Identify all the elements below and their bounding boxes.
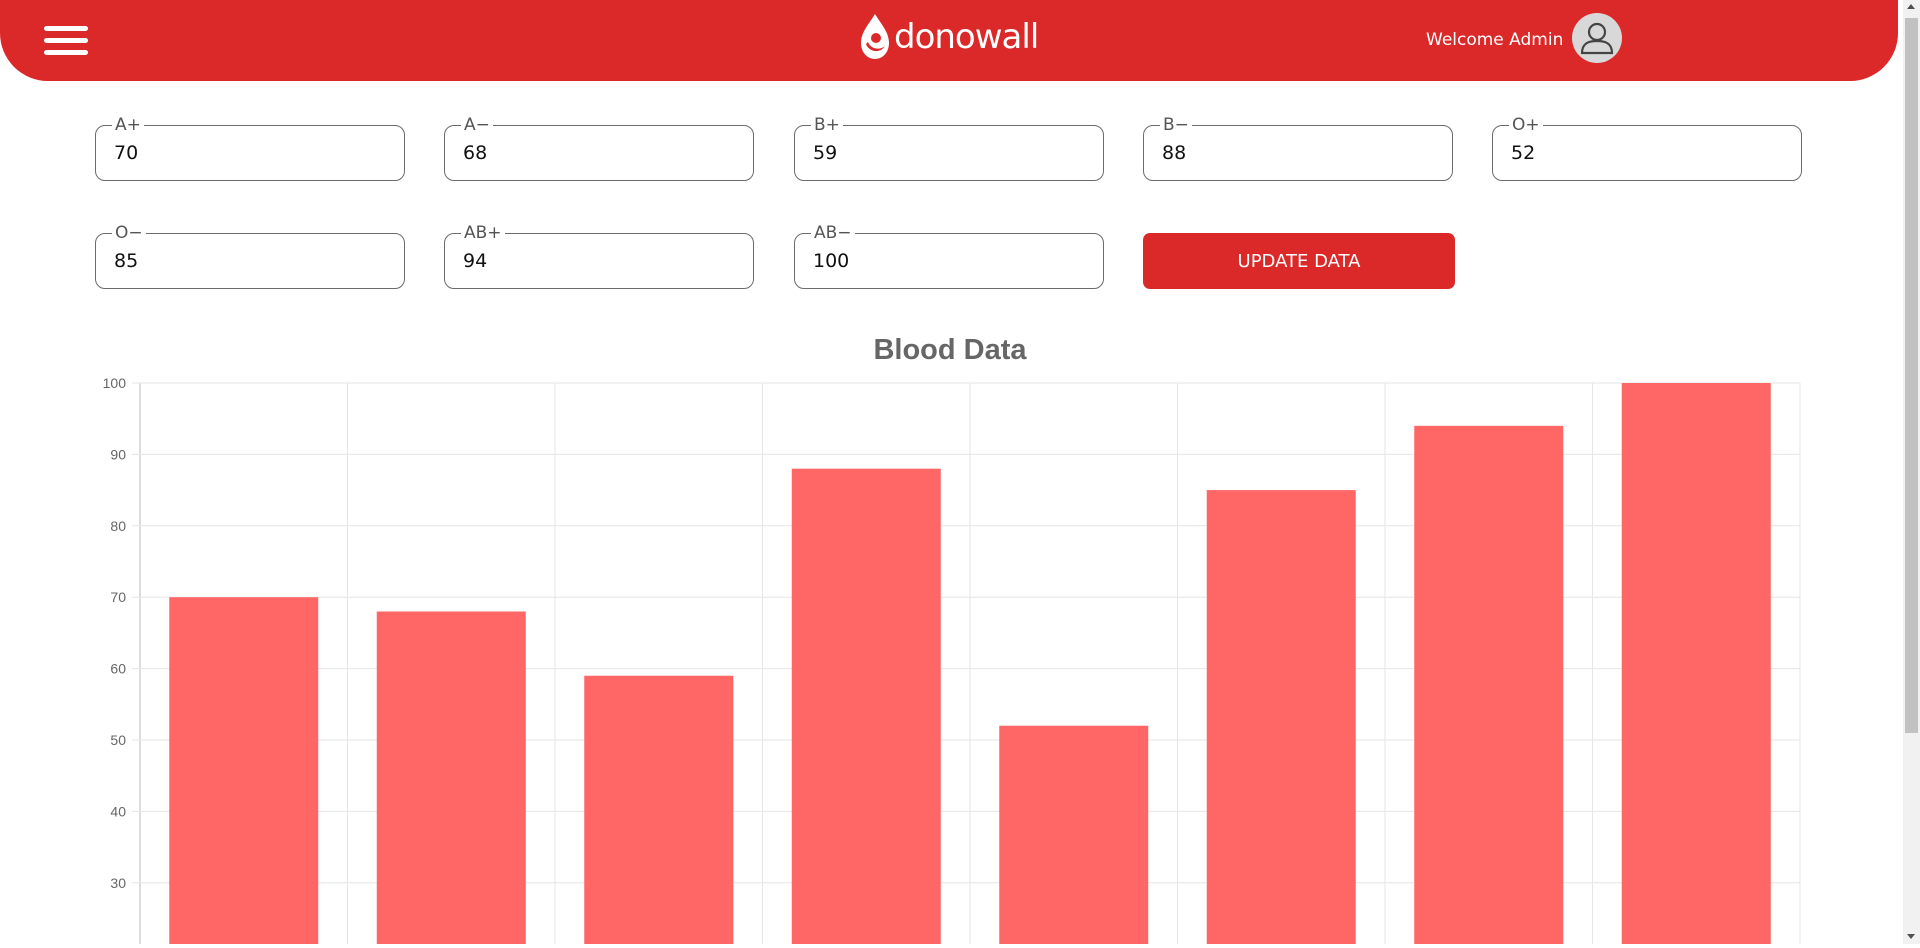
bar-chart: Blood Data 30 40 50 60 70 80 90 100 (103, 334, 1801, 945)
field-label: B+ (811, 115, 843, 135)
bar-6 (1414, 425, 1564, 945)
y-tick-label: 30 (110, 875, 126, 891)
bar-7 (1621, 383, 1771, 944)
o-neg-input[interactable] (114, 248, 384, 274)
y-tick-label: 50 (110, 732, 126, 748)
y-tick-label: 90 (110, 446, 126, 462)
field-a-pos: A+ (95, 115, 405, 181)
field-o-neg: O− (95, 223, 405, 289)
field-label: AB− (811, 223, 855, 243)
field-label: O− (112, 223, 146, 243)
field-ab-neg: AB− (794, 223, 1104, 289)
field-b-pos: B+ (794, 115, 1104, 181)
y-tick-label: 80 (110, 518, 126, 534)
chart-title: Blood Data (873, 334, 1027, 366)
y-tick-label: 60 (110, 661, 126, 677)
scroll-down-arrow-icon[interactable] (1907, 934, 1915, 939)
bar-1 (376, 611, 526, 944)
y-tick-label: 100 (103, 375, 127, 391)
field-ab-pos: AB+ (444, 223, 754, 289)
hamburger-menu-icon[interactable] (44, 26, 88, 56)
field-label: O+ (1509, 115, 1543, 135)
brand-name: donowall (894, 17, 1039, 57)
field-a-neg: A− (444, 115, 754, 181)
a-neg-input[interactable] (463, 140, 733, 166)
brand-logo[interactable]: donowall (856, 12, 1039, 62)
vertical-scrollbar[interactable] (1903, 0, 1920, 944)
field-label: AB+ (461, 223, 505, 243)
y-tick-label: 40 (110, 803, 126, 819)
field-label: A+ (112, 115, 144, 135)
blood-drop-logo-icon (861, 14, 889, 59)
bar-0 (169, 597, 319, 944)
ab-pos-input[interactable] (463, 248, 733, 274)
bar-3 (791, 468, 941, 944)
user-avatar-icon[interactable] (1572, 13, 1622, 63)
ab-neg-input[interactable] (813, 248, 1083, 274)
welcome-text: Welcome Admin (1426, 30, 1564, 50)
scroll-up-arrow-icon[interactable] (1907, 4, 1915, 9)
field-label: B− (1160, 115, 1192, 135)
blood-data-chart: Blood Data 30 40 50 60 70 80 90 100 (0, 320, 1900, 945)
field-o-pos: O+ (1492, 115, 1802, 181)
o-pos-input[interactable] (1511, 140, 1781, 166)
bar-5 (1206, 490, 1356, 944)
b-neg-input[interactable] (1162, 140, 1432, 166)
bar-2 (584, 675, 734, 944)
field-label: A− (461, 115, 493, 135)
bar-4 (999, 725, 1149, 944)
update-data-button[interactable]: UPDATE DATA (1143, 233, 1455, 289)
scroll-thumb[interactable] (1905, 18, 1918, 733)
app-header: donowall Welcome Admin (0, 0, 1898, 81)
y-tick-label: 70 (110, 589, 126, 605)
field-b-neg: B− (1143, 115, 1453, 181)
a-pos-input[interactable] (114, 140, 384, 166)
b-pos-input[interactable] (813, 140, 1083, 166)
